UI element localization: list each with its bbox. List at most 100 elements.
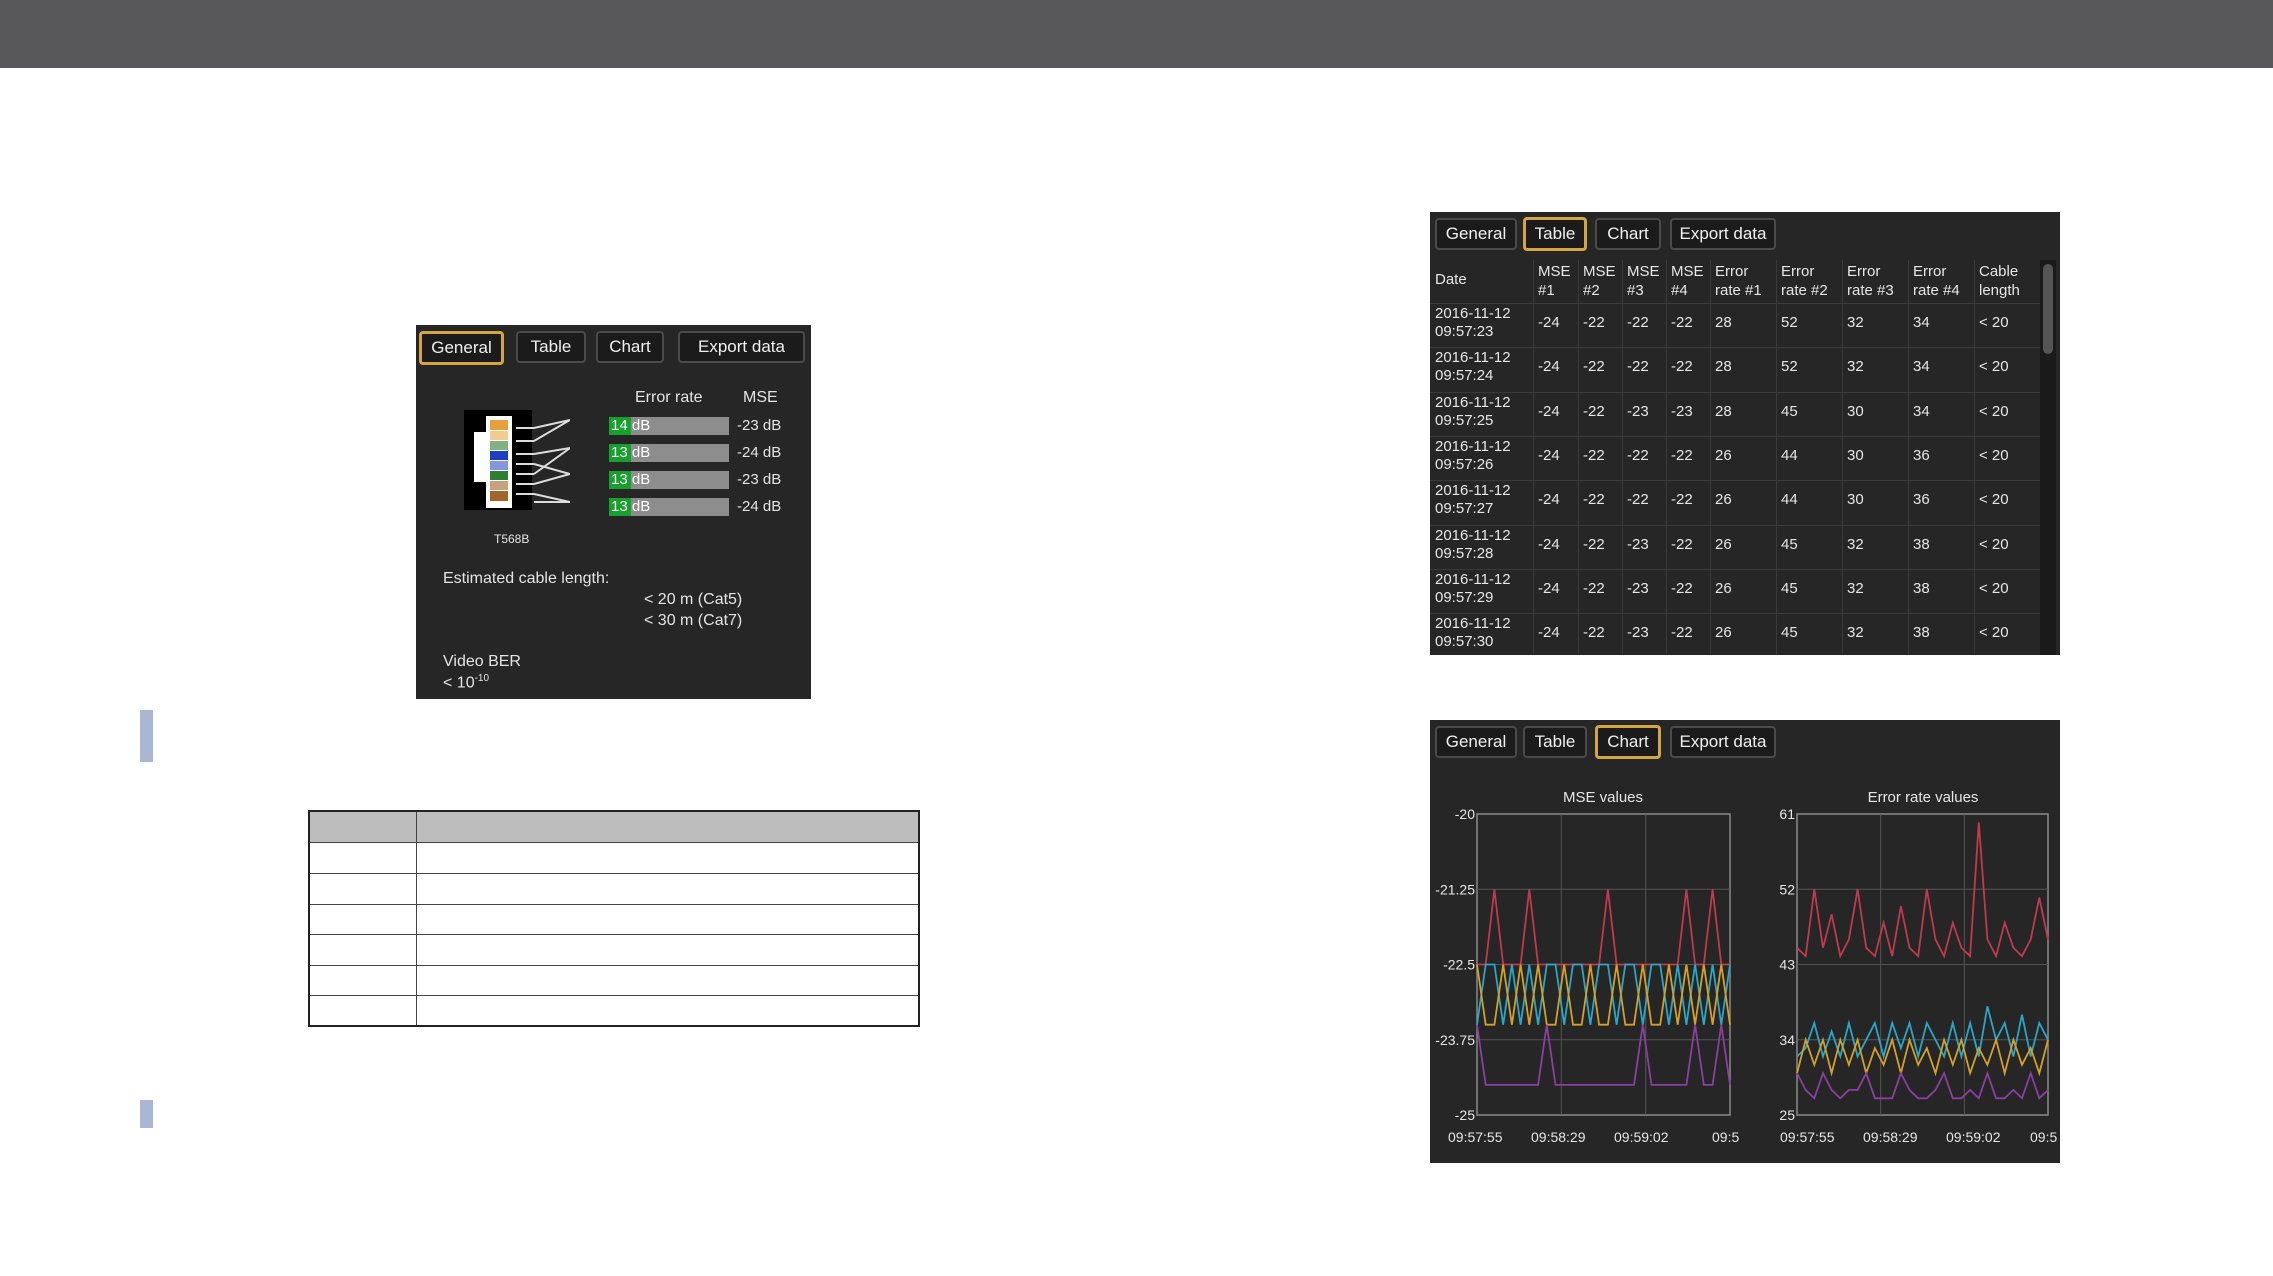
tab-general[interactable]: General xyxy=(1435,218,1517,250)
table-cell: -22 xyxy=(1583,446,1605,464)
scrollbar-thumb[interactable] xyxy=(2043,264,2053,354)
table-cell: -24 xyxy=(1538,446,1560,464)
table-cell: 28 xyxy=(1715,314,1732,331)
data-table: Date MSE #1 MSE #2 MSE #3 MSE #4 Error rate #1 Erro… xyxy=(1430,260,2040,655)
table-cell: -22 xyxy=(1627,358,1649,376)
margin-marker xyxy=(140,1100,153,1128)
row-separator xyxy=(1430,303,2040,304)
table-cell: 26 xyxy=(1715,579,1732,597)
table-cell: 32 xyxy=(1847,358,1864,376)
mse-header: MSE xyxy=(743,389,778,406)
pair-1-mse: -23 dB xyxy=(737,417,782,434)
table-row-line xyxy=(310,873,918,874)
video-ber-exponent: -10 xyxy=(474,673,490,684)
tab-table[interactable]: Table xyxy=(516,331,586,363)
y-tick-label: -20 xyxy=(1455,806,1475,822)
column-separator xyxy=(1710,260,1711,655)
column-header[interactable]: Error rate #1 xyxy=(1715,262,1762,300)
table-cell: 36 xyxy=(1913,491,1930,509)
pair-4-error-rate: 13 dB xyxy=(611,498,651,515)
tab-chart[interactable]: Chart xyxy=(596,331,664,363)
row-separator xyxy=(1430,435,2040,437)
column-header[interactable]: MSE #4 xyxy=(1671,262,1704,300)
table-cell: < 20 xyxy=(1979,314,2009,331)
video-ber-base: < 10 xyxy=(443,674,475,692)
column-separator xyxy=(1622,260,1623,655)
tab-general[interactable]: General xyxy=(419,331,504,365)
row-separator xyxy=(1430,524,2040,526)
tab-chart[interactable]: Chart xyxy=(1595,218,1661,250)
x-tick-label: 09:5 xyxy=(1712,1129,1739,1145)
table-cell: 30 xyxy=(1847,402,1864,420)
table-cell: 26 xyxy=(1715,491,1732,509)
column-header[interactable]: Date xyxy=(1435,270,1467,289)
table-cell: -22 xyxy=(1671,535,1693,553)
column-header[interactable]: Error rate #2 xyxy=(1781,262,1828,300)
column-separator xyxy=(1578,260,1579,655)
pair-2-error-rate: 13 dB xyxy=(611,444,651,461)
table-cell: 34 xyxy=(1913,314,1930,331)
column-separator xyxy=(1842,260,1843,655)
chart-panel: General Table Chart Export data MSE valu… xyxy=(1430,720,2060,1163)
column-separator xyxy=(1666,260,1667,655)
table-cell: -24 xyxy=(1538,579,1560,597)
column-header[interactable]: Cable length xyxy=(1979,262,2020,300)
x-tick-label: 09:57:55 xyxy=(1448,1129,1503,1145)
table-cell: 34 xyxy=(1913,402,1930,420)
pair-2-mse: -24 dB xyxy=(737,444,782,461)
table-cell: -24 xyxy=(1538,535,1560,553)
table-cell: -22 xyxy=(1671,358,1693,376)
table-cell: -22 xyxy=(1583,358,1605,376)
table-cell: 32 xyxy=(1847,314,1864,331)
y-tick-label: 25 xyxy=(1779,1107,1795,1123)
rj45-connector-icon xyxy=(464,410,570,510)
table-cell: -22 xyxy=(1583,314,1605,331)
table-cell: 38 xyxy=(1913,535,1930,553)
table-cell: 45 xyxy=(1781,535,1798,553)
row-separator xyxy=(1430,347,2040,349)
column-header[interactable]: MSE #2 xyxy=(1583,262,1616,300)
table-cell: 30 xyxy=(1847,491,1864,509)
table-row-line xyxy=(310,842,918,843)
x-tick-label: 09:57:55 xyxy=(1780,1129,1835,1145)
pair-3-mse: -23 dB xyxy=(737,471,782,488)
table-cell: < 20 xyxy=(1979,358,2009,376)
table-cell: 36 xyxy=(1913,446,1930,464)
row-separator xyxy=(1430,391,2040,393)
table-cell: -22 xyxy=(1627,491,1649,509)
table-cell: 45 xyxy=(1781,579,1798,597)
column-header[interactable]: MSE #1 xyxy=(1538,262,1571,300)
table-cell: -22 xyxy=(1671,579,1693,597)
table-row-line xyxy=(310,934,918,935)
table-cell: -24 xyxy=(1538,402,1560,420)
error-rate-header: Error rate xyxy=(635,389,703,406)
column-header[interactable]: Error rate #4 xyxy=(1913,262,1960,300)
tab-table[interactable]: Table xyxy=(1523,217,1587,251)
column-header[interactable]: MSE #3 xyxy=(1627,262,1660,300)
general-panel: General Table Chart Export data Error ra… xyxy=(416,325,811,699)
column-separator xyxy=(1776,260,1777,655)
table-cell: < 20 xyxy=(1979,446,2009,464)
cable-length-cat7: < 30 m (Cat7) xyxy=(644,612,743,629)
chart-title: MSE values xyxy=(1563,789,1643,806)
connector-label: T568B xyxy=(494,532,530,546)
pair-4-error-bar: 13 dB xyxy=(609,498,729,516)
table-cell-date: 2016-11-12 09:57:28 xyxy=(1435,526,1511,562)
column-separator xyxy=(1908,260,1909,655)
pair-2-error-bar: 13 dB xyxy=(609,444,729,462)
table-cell: 34 xyxy=(1913,358,1930,376)
video-ber-label: Video BER xyxy=(443,653,521,670)
row-separator xyxy=(1430,480,2040,482)
table-cell: -22 xyxy=(1671,446,1693,464)
table-cell: 32 xyxy=(1847,579,1864,597)
table-cell: -22 xyxy=(1627,314,1649,331)
tab-export-data[interactable]: Export data xyxy=(678,331,805,363)
table-cell: -22 xyxy=(1627,446,1649,464)
table-cell: -24 xyxy=(1538,314,1560,331)
y-tick-label: -25 xyxy=(1455,1107,1475,1123)
tab-export-data[interactable]: Export data xyxy=(1670,218,1776,250)
column-header[interactable]: Error rate #3 xyxy=(1847,262,1894,300)
table-cell-date: 2016-11-12 09:57:23 xyxy=(1435,305,1511,340)
table-row-line xyxy=(310,904,918,905)
table-scrollbar[interactable] xyxy=(2040,260,2056,655)
